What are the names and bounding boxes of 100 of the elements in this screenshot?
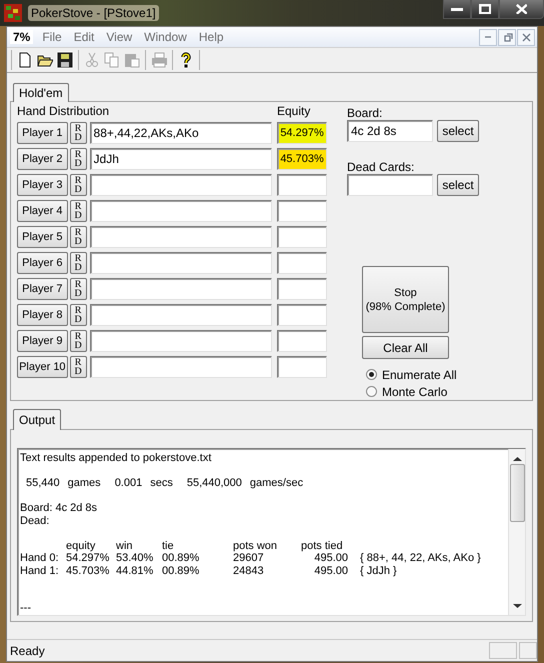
radio-option[interactable]: Enumerate All [366, 367, 479, 382]
random-button[interactable]: R D [70, 278, 87, 300]
random-button[interactable]: R D [70, 148, 87, 170]
scroll-down-icon[interactable] [512, 603, 522, 609]
radio-button[interactable] [366, 386, 377, 397]
maximize-button[interactable] [471, 0, 499, 19]
child-close-button[interactable] [517, 28, 535, 46]
random-button[interactable]: R D [70, 330, 87, 352]
document-menu[interactable]: 7% [10, 30, 34, 44]
player-button[interactable]: Player 5 [17, 226, 68, 248]
hand-range-field[interactable] [90, 278, 272, 300]
clear-all-button[interactable]: Clear All [362, 336, 449, 359]
menu-item[interactable]: Help [192, 30, 230, 44]
minimize-icon [485, 36, 491, 38]
hand-range-field[interactable] [90, 330, 272, 352]
row-label: Hand 0: [20, 552, 60, 564]
select-button[interactable]: select [437, 120, 479, 142]
random-button[interactable]: R D [70, 252, 87, 274]
column-heading: win [116, 540, 134, 552]
column-heading: tie [162, 540, 175, 552]
random-button[interactable]: R D [70, 226, 87, 248]
menu-item[interactable]: View [100, 30, 138, 44]
equity-field [277, 200, 327, 222]
equity-field [277, 226, 327, 248]
menu-item[interactable]: Window [138, 30, 193, 44]
player-button[interactable]: Player 8 [17, 304, 68, 326]
result-cell-text: 54.297% [66, 552, 110, 564]
random-button[interactable]: R D [70, 174, 87, 196]
result-cell-text: { JdJh } [360, 564, 398, 577]
random-button[interactable]: R D [70, 356, 87, 378]
result-cell-text: 00.89% [162, 552, 200, 564]
player-button[interactable]: Player 1 [17, 122, 68, 144]
scroll-up-icon[interactable] [512, 456, 522, 462]
scroll-thumb[interactable] [510, 464, 524, 522]
status-panel [489, 642, 517, 659]
random-button[interactable]: R D [70, 200, 87, 222]
tab[interactable]: Output [13, 409, 62, 430]
column-heading: Hand Distribution [17, 105, 110, 118]
close-icon [516, 4, 528, 14]
radio-option[interactable]: Monte Carlo [366, 384, 479, 399]
random-button[interactable]: R D [70, 122, 87, 144]
result-cell-text: 24843 [232, 564, 265, 577]
equity-field [277, 356, 327, 378]
equity-field [277, 330, 327, 352]
player-button[interactable]: Player 9 [17, 330, 68, 352]
dead-cards-field[interactable] [347, 174, 433, 196]
equity-field [277, 278, 327, 300]
result-cell-text: 495.00 [313, 552, 349, 564]
player-button[interactable]: Player 7 [17, 278, 68, 300]
output-line: --- [20, 602, 32, 614]
menu-item[interactable]: Edit [68, 30, 100, 44]
row-label: Hand 1: [20, 564, 60, 577]
select-button[interactable]: select [437, 174, 479, 196]
equity-field: 45.703% [277, 148, 327, 170]
stop-button[interactable]: Stop (98% Complete) [362, 266, 449, 333]
status-text: Ready [10, 644, 45, 658]
hand-range-field[interactable]: JdJh [90, 148, 272, 170]
size-grip[interactable] [519, 642, 537, 659]
stat-value: 55,440 [26, 477, 60, 490]
player-button[interactable]: Player 10 [17, 356, 68, 378]
close-icon [520, 30, 532, 44]
child-restore-button[interactable] [498, 28, 516, 46]
result-cell-text: 00.89% [162, 564, 200, 577]
stat-value: 0.001 [114, 477, 142, 490]
column-heading: pots tied [301, 540, 344, 552]
player-button[interactable]: Player 4 [17, 200, 68, 222]
minimize-button[interactable] [443, 0, 471, 19]
result-cell-text: 495.00 [313, 564, 349, 577]
close-button[interactable] [499, 0, 544, 19]
hand-range-field[interactable] [90, 174, 272, 196]
column-heading: Equity [277, 105, 310, 118]
hand-range-field[interactable] [90, 304, 272, 326]
hand-range-field[interactable] [90, 226, 272, 248]
equity-field [277, 252, 327, 274]
hand-range-field[interactable] [90, 200, 272, 222]
window-title: PokerStove - [PStove1] [28, 5, 159, 21]
output-text-area[interactable] [17, 448, 526, 616]
random-button[interactable]: R D [70, 304, 87, 326]
hand-range-field[interactable]: 88+,44,22,AKs,AKo [90, 122, 272, 144]
player-button[interactable]: Player 3 [17, 174, 68, 196]
hand-range-field[interactable] [90, 356, 272, 378]
board-field[interactable]: 4c 2d 8s [347, 120, 433, 142]
hand-range-field[interactable] [90, 252, 272, 274]
maximize-icon [478, 4, 492, 14]
player-button[interactable]: Player 2 [17, 148, 68, 170]
radio-button[interactable] [366, 369, 377, 380]
scrollbar[interactable] [508, 449, 525, 615]
stat-value: 55,440,000 [186, 477, 242, 490]
stat-unit: games/sec [250, 477, 304, 490]
new-file-icon[interactable] [17, 52, 33, 68]
app-icon [4, 4, 22, 22]
menu-item[interactable]: File [36, 30, 68, 44]
player-button[interactable]: Player 6 [17, 252, 68, 274]
equity-field: 54.297% [277, 122, 327, 144]
result-cell-text: 45.703% [66, 564, 110, 577]
result-cell-text: 29607 [232, 552, 265, 564]
tab[interactable]: Hold'em [13, 83, 69, 102]
column-heading: pots won [232, 540, 278, 552]
save-icon[interactable] [57, 52, 73, 68]
result-cell-text: 44.81% [116, 564, 154, 577]
